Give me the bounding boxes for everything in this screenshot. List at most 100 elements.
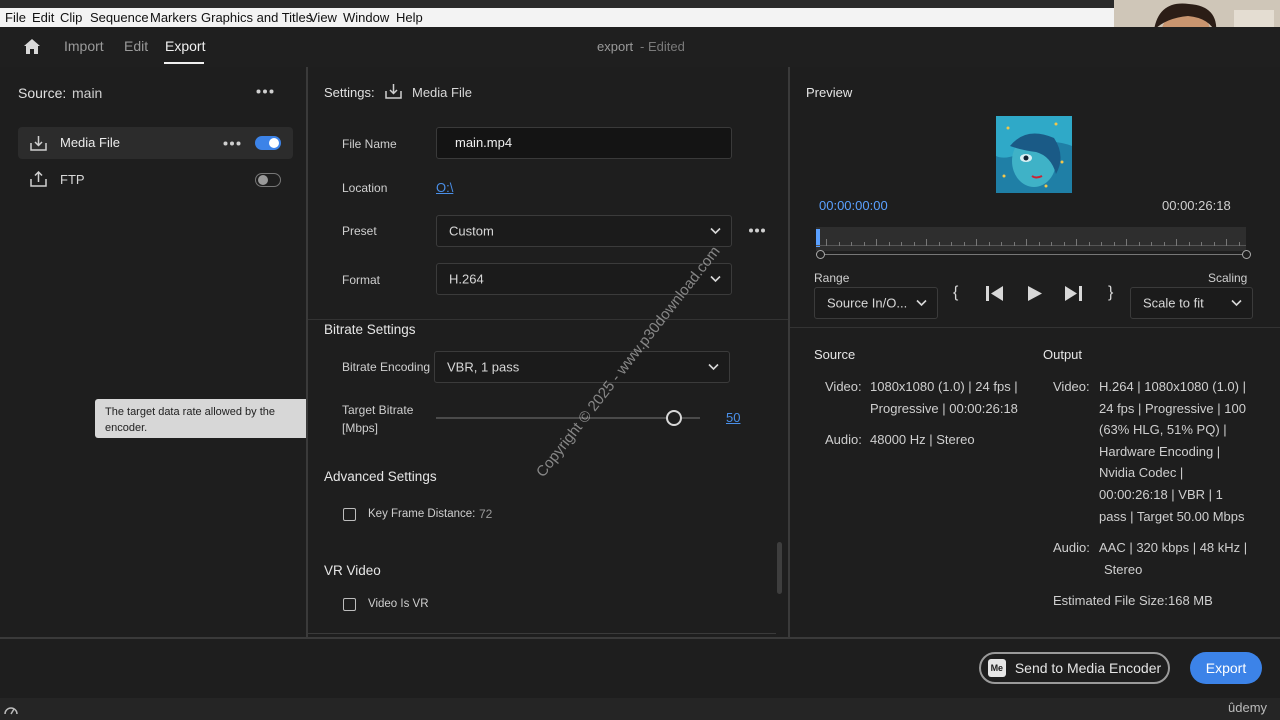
step-forward-icon[interactable] xyxy=(1064,286,1082,301)
menu-view[interactable]: View xyxy=(309,10,337,25)
range-dropdown[interactable]: Source In/O... xyxy=(814,287,938,319)
timeline-tick xyxy=(1001,242,1002,246)
target-bitrate-label: Target Bitrate [Mbps] xyxy=(342,403,414,435)
timeline-tick xyxy=(888,242,890,246)
more-icon[interactable] xyxy=(223,141,241,146)
export-button[interactable]: Export xyxy=(1190,652,1262,684)
format-label: Format xyxy=(342,273,381,287)
location-link[interactable]: O:\ xyxy=(436,180,453,195)
output-video-label: Video: xyxy=(1053,379,1090,394)
timeline-tick xyxy=(963,242,965,246)
menu-file[interactable]: File xyxy=(5,10,26,25)
timeline-tick xyxy=(1201,242,1202,246)
timeline-tick xyxy=(1163,242,1165,246)
timecode-start[interactable]: 00:00:00:00 xyxy=(819,198,888,213)
menu-clip[interactable]: Clip xyxy=(60,10,82,25)
output-video-line: pass | Target 50.00 Mbps xyxy=(1099,508,1245,524)
range-in-handle[interactable] xyxy=(816,250,825,259)
timeline-tick xyxy=(951,242,952,246)
timecode-end: 00:00:26:18 xyxy=(1162,198,1231,213)
tab-import[interactable]: Import xyxy=(64,38,104,54)
step-back-icon[interactable] xyxy=(986,286,1004,301)
chevron-down-icon xyxy=(710,227,721,235)
status-bar: ûdemy xyxy=(0,698,1280,720)
estimated-size-label: Estimated File Size: xyxy=(1053,593,1168,608)
video-is-vr-checkbox[interactable] xyxy=(343,598,356,611)
menu-help[interactable]: Help xyxy=(396,10,423,25)
target-bitrate-value[interactable]: 50 xyxy=(726,410,740,425)
mark-out-icon[interactable]: } xyxy=(1108,284,1113,302)
scaling-dropdown[interactable]: Scale to fit xyxy=(1130,287,1253,319)
timeline-scrubber[interactable] xyxy=(816,227,1246,251)
destination-label: Media File xyxy=(60,135,120,150)
timeline-tick xyxy=(1013,242,1015,246)
timeline-tick xyxy=(1151,242,1152,246)
chevron-down-icon xyxy=(1231,299,1242,307)
more-icon[interactable] xyxy=(256,89,274,94)
source-video-label: Video: xyxy=(825,379,862,394)
more-icon[interactable] xyxy=(749,228,765,233)
workspace-nav: Import Edit Export export - Edited xyxy=(0,27,1280,67)
range-label: Range xyxy=(814,271,850,285)
key-frame-value[interactable]: 72 xyxy=(479,507,492,521)
source-video-line: Progressive | 00:00:26:18 xyxy=(870,400,1018,416)
timeline-tick xyxy=(1113,242,1115,246)
menu-window[interactable]: Window xyxy=(343,10,389,25)
format-value: H.264 xyxy=(449,271,484,287)
preset-dropdown[interactable]: Custom xyxy=(436,215,732,247)
bitrate-encoding-dropdown[interactable]: VBR, 1 pass xyxy=(434,351,730,383)
menu-edit[interactable]: Edit xyxy=(32,10,54,25)
destination-label: FTP xyxy=(60,172,85,187)
menu-graphics-and-titles[interactable]: Graphics and Titles xyxy=(201,10,312,25)
slider-thumb[interactable] xyxy=(665,410,682,426)
target-bitrate-slider[interactable] xyxy=(436,410,700,426)
output-video-line: 00:00:26:18 | VBR | 1 xyxy=(1099,486,1223,502)
scaling-label: Scaling xyxy=(1208,271,1248,285)
destination-media-file[interactable]: Media File xyxy=(18,127,293,159)
output-audio-line: AAC | 320 kbps | 48 kHz | xyxy=(1099,540,1248,555)
source-video-line: 1080x1080 (1.0) | 24 fps | xyxy=(870,379,1018,394)
range-out-handle[interactable] xyxy=(1242,250,1251,259)
key-frame-label: Key Frame Distance: xyxy=(368,508,476,520)
download-icon xyxy=(30,136,47,151)
vr-video-heading: VR Video xyxy=(324,563,381,578)
preview-thumbnail xyxy=(996,116,1072,193)
bitrate-settings-heading: Bitrate Settings xyxy=(324,322,416,337)
menu-markers[interactable]: Markers xyxy=(150,10,197,25)
timeline-tick xyxy=(976,239,977,246)
timeline-tick xyxy=(1088,242,1090,246)
source-value: main xyxy=(72,85,103,101)
timeline-tick xyxy=(988,242,990,246)
settings-destination: Media File xyxy=(412,85,472,100)
scaling-value: Scale to fit xyxy=(1143,295,1204,311)
settings-label: Settings: xyxy=(324,85,375,100)
output-video-line: 24 fps | Progressive | 100 xyxy=(1099,400,1246,416)
ftp-toggle[interactable] xyxy=(255,173,281,187)
media-file-toggle[interactable] xyxy=(255,136,281,150)
timeline-tick xyxy=(838,242,840,246)
settings-panel: Settings: Media File File Name main.mp4 … xyxy=(308,67,788,637)
tab-edit[interactable]: Edit xyxy=(124,38,148,54)
progress-icon[interactable] xyxy=(4,703,18,715)
key-frame-checkbox[interactable] xyxy=(343,508,356,521)
destination-ftp[interactable]: FTP xyxy=(18,165,293,195)
tab-export[interactable]: Export xyxy=(165,38,205,54)
chevron-down-icon xyxy=(710,275,721,283)
send-to-media-encoder-button[interactable]: Me Send to Media Encoder xyxy=(979,652,1170,684)
estimated-size-value: 168 MB xyxy=(1168,593,1213,608)
play-icon[interactable] xyxy=(1028,286,1042,301)
bitrate-encoding-label: Bitrate Encoding xyxy=(342,360,431,374)
menu-sequence[interactable]: Sequence xyxy=(90,10,149,25)
panel-bottom-edge xyxy=(308,633,776,634)
project-status: - Edited xyxy=(640,39,685,54)
source-info-title: Source xyxy=(814,347,856,362)
timeline-tick xyxy=(1026,239,1027,246)
home-icon[interactable] xyxy=(23,38,41,55)
mark-in-icon[interactable]: { xyxy=(953,284,958,302)
timeline-tick xyxy=(901,242,902,246)
preset-label: Preset xyxy=(342,224,377,238)
scrollbar-thumb[interactable] xyxy=(777,542,782,594)
file-name-input[interactable]: main.mp4 xyxy=(436,127,732,159)
output-audio-info: AAC | 320 kbps | 48 kHz | Stereo xyxy=(1099,537,1247,580)
timeline-tick xyxy=(876,239,877,246)
